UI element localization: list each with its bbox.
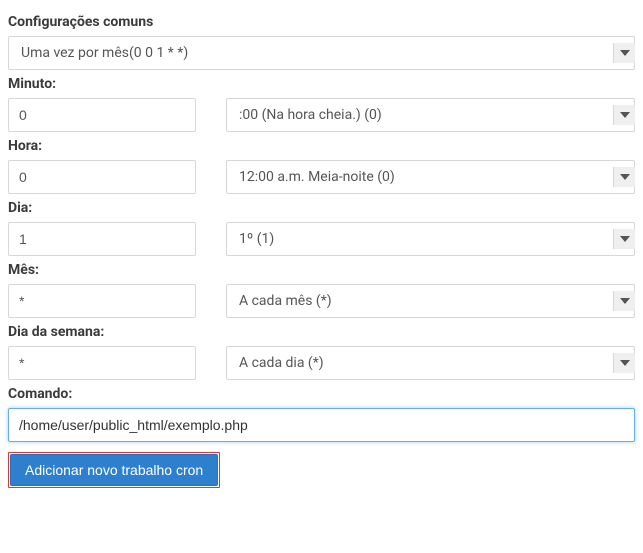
command-input[interactable] [8,408,635,442]
minute-select-value: :00 (Na hora cheia.) (0) [237,107,382,123]
chevron-down-icon [613,291,635,311]
weekday-select[interactable]: A cada dia (*) [226,346,635,380]
chevron-down-icon [613,167,635,187]
month-select-value: A cada mês (*) [237,293,332,309]
month-label: Mês: [8,262,635,278]
weekday-input[interactable] [8,346,196,380]
weekday-label: Dia da semana: [8,324,635,340]
chevron-down-icon [613,353,635,373]
submit-highlight: Adicionar novo trabalho cron [8,452,220,488]
command-label: Comando: [8,386,635,402]
common-settings-select[interactable]: Uma vez por mês(0 0 1 * *) [8,36,635,70]
hour-label: Hora: [8,138,635,154]
minute-label: Minuto: [8,76,635,92]
chevron-down-icon [613,105,635,125]
common-settings-value: Uma vez por mês(0 0 1 * *) [19,45,188,61]
day-input[interactable] [8,222,196,256]
month-select[interactable]: A cada mês (*) [226,284,635,318]
common-settings-label: Configurações comuns [8,14,635,30]
add-cron-button[interactable]: Adicionar novo trabalho cron [10,454,218,486]
day-select[interactable]: 1º (1) [226,222,635,256]
hour-select-value: 12:00 a.m. Meia-noite (0) [237,169,395,185]
minute-select[interactable]: :00 (Na hora cheia.) (0) [226,98,635,132]
weekday-select-value: A cada dia (*) [237,355,324,371]
chevron-down-icon [613,43,635,63]
hour-input[interactable] [8,160,196,194]
day-label: Dia: [8,200,635,216]
day-select-value: 1º (1) [237,231,274,247]
minute-input[interactable] [8,98,196,132]
month-input[interactable] [8,284,196,318]
hour-select[interactable]: 12:00 a.m. Meia-noite (0) [226,160,635,194]
chevron-down-icon [613,229,635,249]
